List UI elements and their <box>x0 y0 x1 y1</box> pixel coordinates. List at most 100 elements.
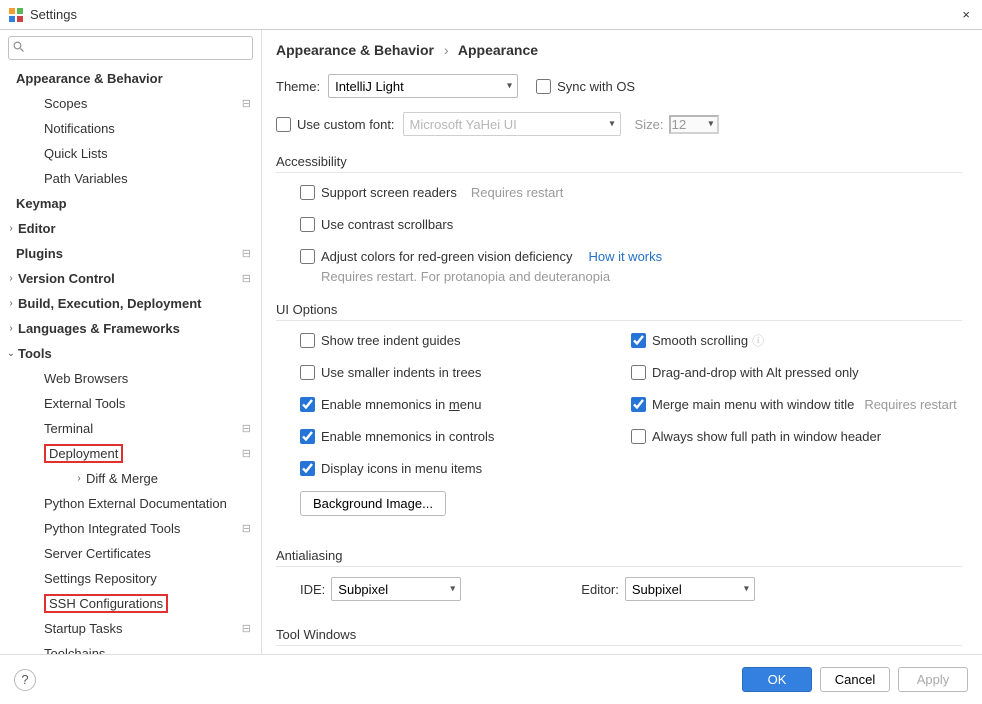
tree-item-notifications[interactable]: Notifications <box>0 116 261 141</box>
title-bar: Settings × <box>0 0 982 30</box>
settings-tree[interactable]: Appearance & Behavior Scopes ⊟ Notification… <box>0 66 261 654</box>
tree-item-deployment[interactable]: Deployment⊟ <box>0 441 261 466</box>
tree-item-label: Diff & Merge <box>86 471 158 486</box>
screen-readers-label: Support screen readers <box>321 185 457 200</box>
tree-indent-checkbox[interactable] <box>300 333 315 348</box>
tree-item-keymap[interactable]: Keymap <box>0 191 261 216</box>
tree-item-server-certificates[interactable]: Server Certificates <box>0 541 261 566</box>
tree-item-label: Server Certificates <box>44 546 151 561</box>
restart-hint: Requires restart <box>471 185 563 200</box>
tree-item-web-browsers[interactable]: Web Browsers <box>0 366 261 391</box>
tree-item-label: Plugins <box>16 246 63 261</box>
chevron-icon: › <box>72 473 86 484</box>
tree-item-settings-repository[interactable]: Settings Repository <box>0 566 261 591</box>
theme-select[interactable]: IntelliJ Light <box>328 74 518 98</box>
cancel-button[interactable]: Cancel <box>820 667 890 692</box>
smaller-indents-checkbox[interactable] <box>300 365 315 380</box>
font-size-input[interactable] <box>669 115 719 134</box>
app-icon <box>8 7 24 23</box>
full-path-checkbox[interactable] <box>631 429 646 444</box>
project-scope-icon: ⊟ <box>242 447 251 460</box>
font-select[interactable]: Microsoft YaHei UI <box>403 112 621 136</box>
drag-drop-alt-label: Drag-and-drop with Alt pressed only <box>652 365 859 380</box>
sync-os-checkbox[interactable] <box>536 79 551 94</box>
project-scope-icon: ⊟ <box>242 247 251 260</box>
tree-item-toolchains[interactable]: Toolchains <box>0 641 261 654</box>
search-input[interactable] <box>27 41 248 55</box>
tree-item-ssh-configurations[interactable]: SSH Configurations <box>0 591 261 616</box>
aa-ide-select[interactable]: Subpixel <box>331 577 461 601</box>
theme-label: Theme: <box>276 79 320 94</box>
tree-item-label: Settings Repository <box>44 571 157 586</box>
tree-item-scopes[interactable]: Scopes ⊟ <box>0 91 261 116</box>
tree-item-label: Version Control <box>18 271 115 286</box>
mnemonics-menu-checkbox[interactable] <box>300 397 315 412</box>
merge-menu-label: Merge main menu with window title <box>652 397 854 412</box>
background-image-button[interactable]: Background Image... <box>300 491 446 516</box>
tree-item-python-external-documentation[interactable]: Python External Documentation <box>0 491 261 516</box>
tree-item-version-control[interactable]: ›Version Control⊟ <box>0 266 261 291</box>
icons-menu-label: Display icons in menu items <box>321 461 482 476</box>
aa-ide-label: IDE: <box>300 582 325 597</box>
ok-button[interactable]: OK <box>742 667 812 692</box>
aa-editor-select[interactable]: Subpixel <box>625 577 755 601</box>
help-icon[interactable]: ⓘ <box>752 332 764 349</box>
close-icon[interactable]: × <box>958 3 974 26</box>
project-scope-icon: ⊟ <box>242 97 251 110</box>
merge-menu-checkbox[interactable] <box>631 397 646 412</box>
adjust-colors-checkbox[interactable] <box>300 249 315 264</box>
tree-item-label: Build, Execution, Deployment <box>18 296 201 311</box>
tree-item-editor[interactable]: ›Editor <box>0 216 261 241</box>
tree-item-tools[interactable]: ⌄Tools <box>0 341 261 366</box>
tree-item-appearance-behavior[interactable]: Appearance & Behavior <box>0 66 261 91</box>
tree-item-label: Toolchains <box>44 646 105 654</box>
font-row: Use custom font: Microsoft YaHei UI Size… <box>276 112 962 136</box>
drag-drop-alt-checkbox[interactable] <box>631 365 646 380</box>
tree-item-label: Startup Tasks <box>44 621 123 636</box>
search-input-wrap[interactable] <box>8 36 253 60</box>
project-scope-icon: ⊟ <box>242 422 251 435</box>
tree-item-label: Quick Lists <box>44 146 108 161</box>
chevron-icon: › <box>4 323 18 334</box>
breadcrumb-root[interactable]: Appearance & Behavior <box>276 42 434 58</box>
breadcrumb: Appearance & Behavior › Appearance <box>276 42 962 58</box>
tree-item-label: Python Integrated Tools <box>44 521 180 536</box>
tree-item-label: Keymap <box>16 196 67 211</box>
tree-item-terminal[interactable]: Terminal⊟ <box>0 416 261 441</box>
font-size-label: Size: <box>635 117 664 132</box>
accessibility-heading: Accessibility <box>276 154 962 173</box>
screen-readers-checkbox[interactable] <box>300 185 315 200</box>
chevron-icon: ⌄ <box>4 348 18 359</box>
project-scope-icon: ⊟ <box>242 272 251 285</box>
help-button[interactable]: ? <box>14 669 36 691</box>
tree-item-label: Python External Documentation <box>44 496 227 511</box>
antialiasing-heading: Antialiasing <box>276 548 962 567</box>
tree-item-build-execution-deployment[interactable]: ›Build, Execution, Deployment <box>0 291 261 316</box>
use-custom-font-checkbox[interactable] <box>276 117 291 132</box>
tree-item-path-variables[interactable]: Path Variables <box>0 166 261 191</box>
tree-item-languages-frameworks[interactable]: ›Languages & Frameworks <box>0 316 261 341</box>
tree-item-label: Tools <box>18 346 52 361</box>
tree-item-label: Scopes <box>44 96 87 111</box>
tree-item-diff-merge[interactable]: ›Diff & Merge <box>0 466 261 491</box>
smooth-scrolling-checkbox[interactable] <box>631 333 646 348</box>
icons-menu-checkbox[interactable] <box>300 461 315 476</box>
tree-item-startup-tasks[interactable]: Startup Tasks⊟ <box>0 616 261 641</box>
tree-item-external-tools[interactable]: External Tools <box>0 391 261 416</box>
tree-item-quick-lists[interactable]: Quick Lists <box>0 141 261 166</box>
mnemonics-menu-label: Enable mnemonics in menu <box>321 397 481 412</box>
tree-item-label: Notifications <box>44 121 115 136</box>
dialog-footer: ? OK Cancel Apply <box>0 654 982 704</box>
main-area: Appearance & Behavior Scopes ⊟ Notification… <box>0 30 982 654</box>
apply-button[interactable]: Apply <box>898 667 968 692</box>
contrast-scrollbars-checkbox[interactable] <box>300 217 315 232</box>
tree-item-label: Languages & Frameworks <box>18 321 180 336</box>
tree-item-plugins[interactable]: Plugins ⊟ <box>0 241 261 266</box>
mnemonics-controls-checkbox[interactable] <box>300 429 315 444</box>
tree-item-label: Web Browsers <box>44 371 128 386</box>
tree-item-python-integrated-tools[interactable]: Python Integrated Tools⊟ <box>0 516 261 541</box>
how-it-works-link[interactable]: How it works <box>588 249 662 264</box>
breadcrumb-leaf: Appearance <box>458 42 538 58</box>
smooth-scrolling-label: Smooth scrolling <box>652 333 748 348</box>
chevron-icon: › <box>4 298 18 309</box>
